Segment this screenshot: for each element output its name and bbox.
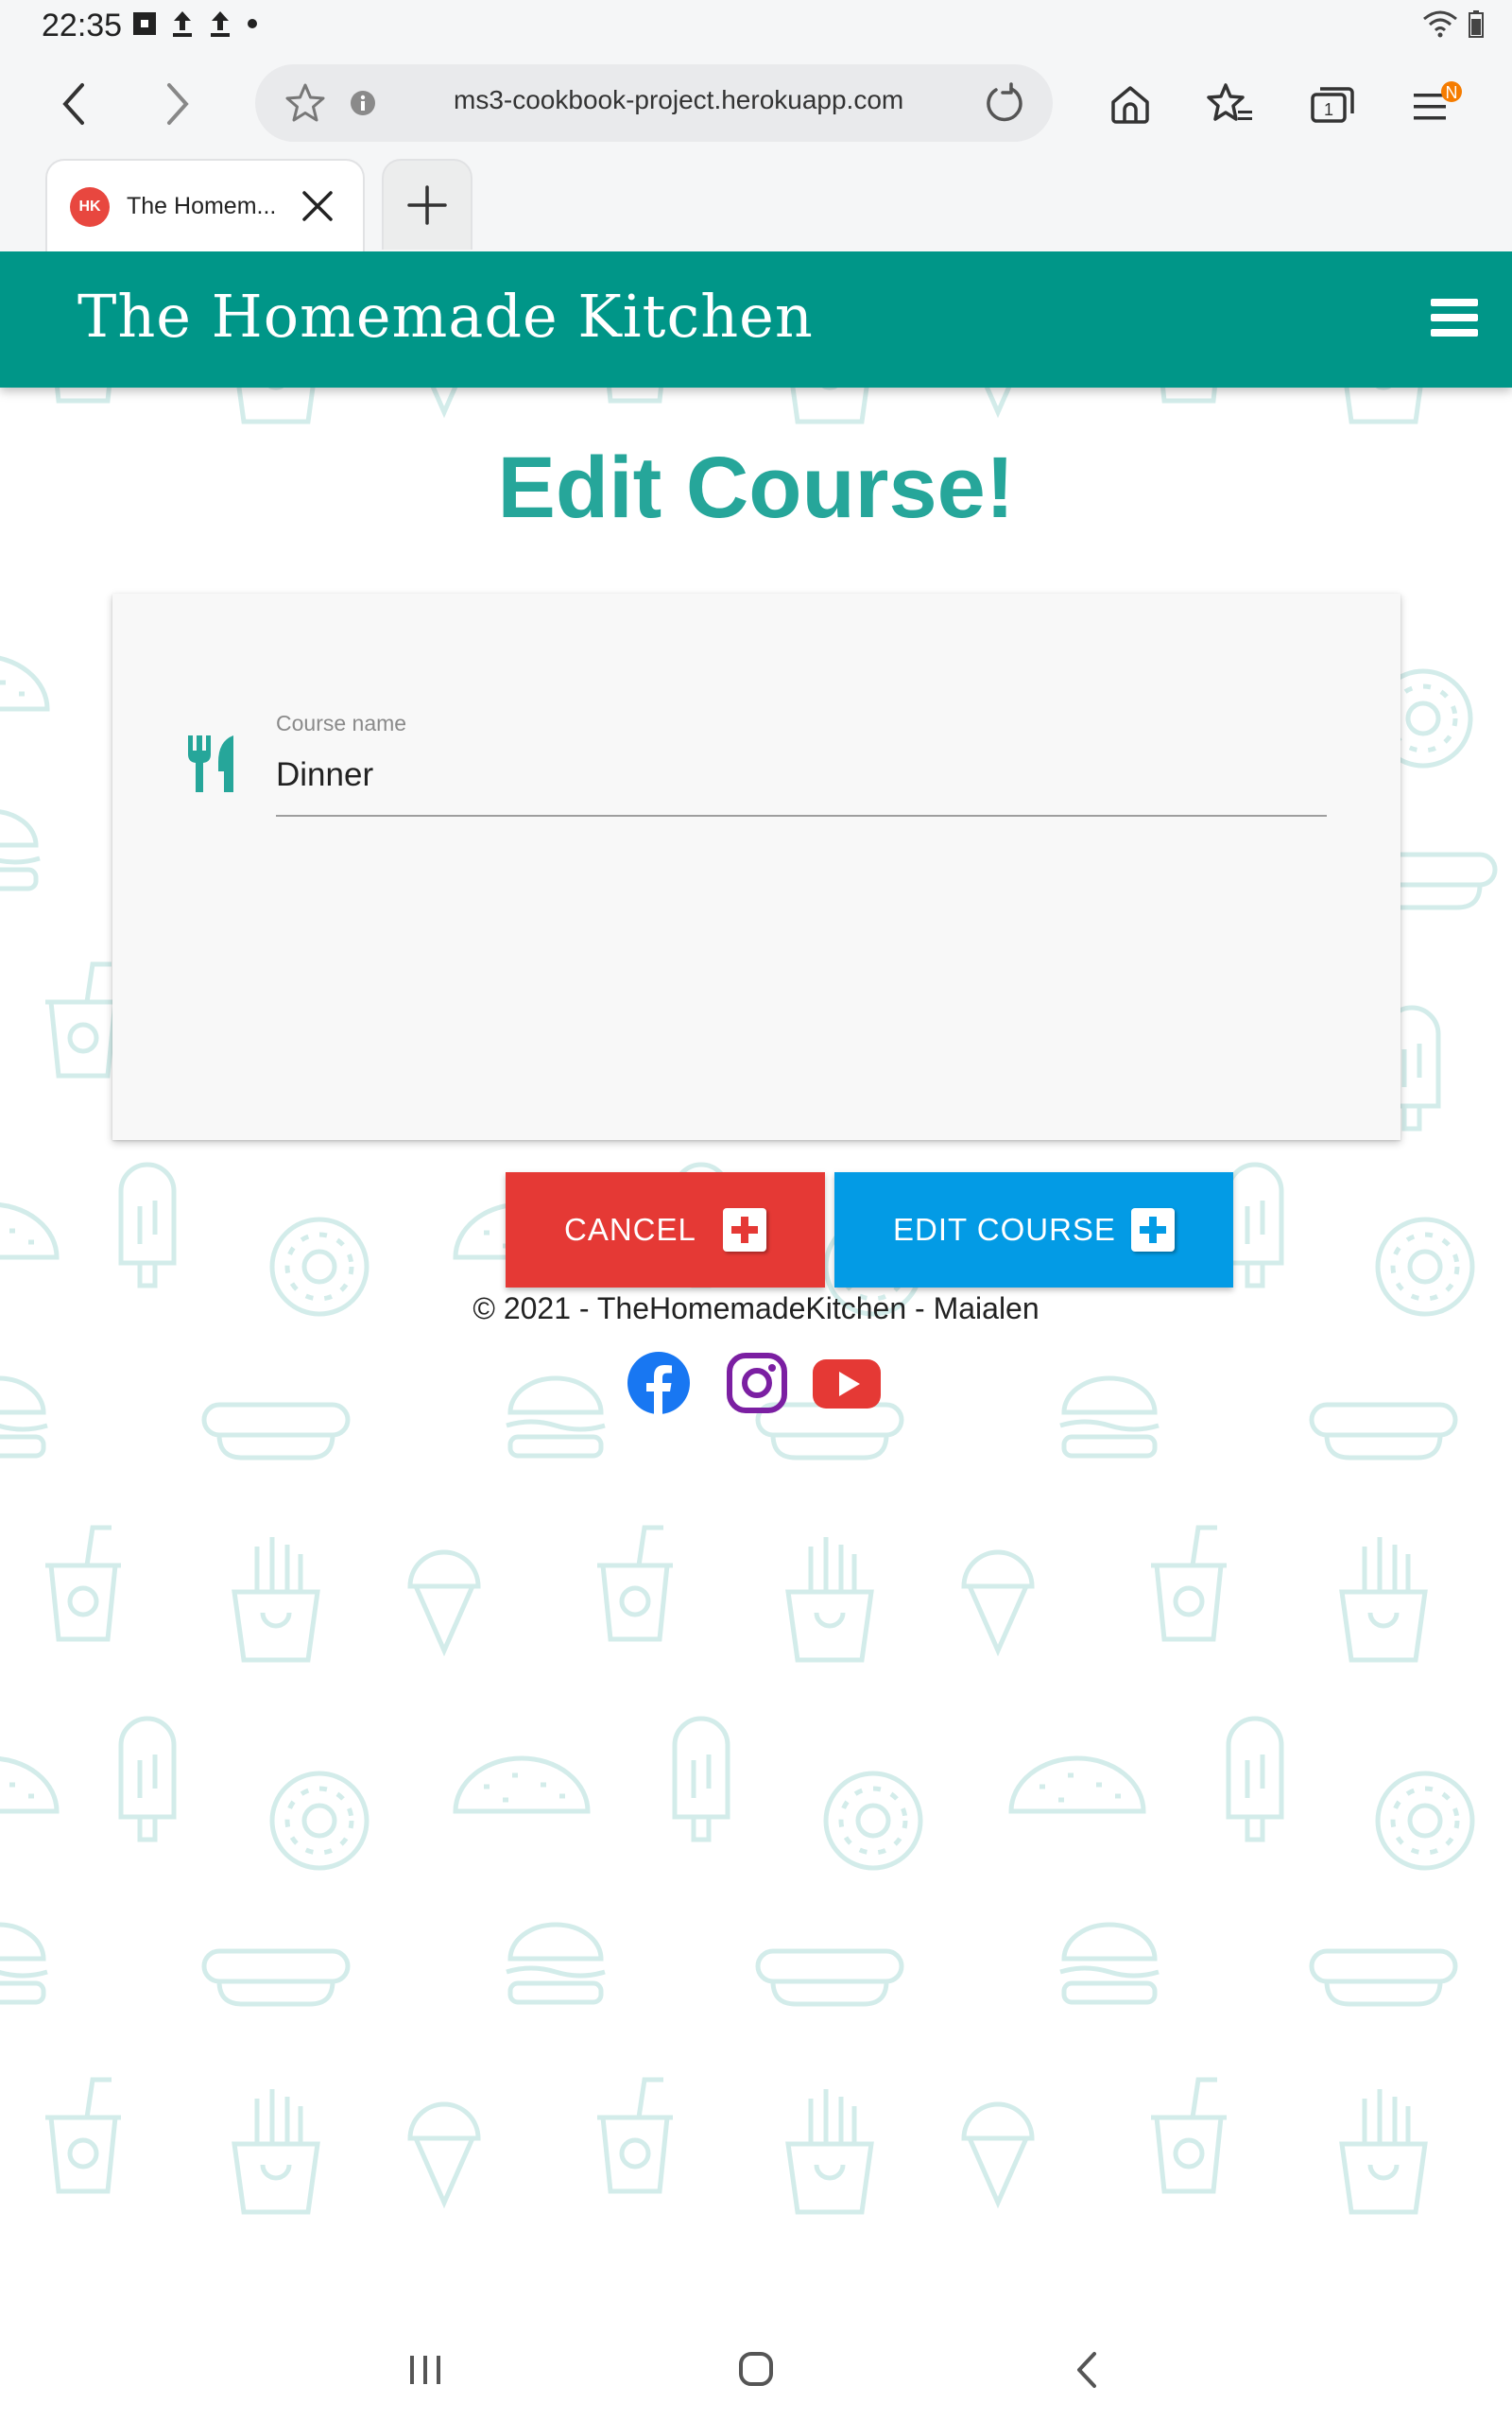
input-underline [276, 815, 1327, 817]
url-bar[interactable]: ms3-cookbook-project.herokuapp.com [255, 64, 1053, 142]
facebook-icon[interactable] [626, 1350, 692, 1416]
bookmarks-button[interactable] [1202, 76, 1259, 132]
info-icon[interactable] [350, 90, 376, 116]
tab-title: The Homem... [127, 193, 277, 219]
plus-square-icon [723, 1208, 766, 1252]
hamburger-line [1431, 329, 1478, 337]
tabs-count: 1 [1324, 100, 1333, 119]
footer-copyright: © 2021 - TheHomemadeKitchen - Maialen [472, 1291, 1040, 1325]
tabs-icon: 1 [1311, 87, 1354, 123]
back-nav-icon[interactable] [1060, 2346, 1117, 2394]
menu-button[interactable]: N [1408, 76, 1465, 132]
bookmark-star-icon[interactable] [284, 81, 327, 125]
back-button[interactable] [45, 76, 102, 132]
course-name-label: Course name [276, 711, 407, 735]
tabs-button[interactable]: 1 [1304, 76, 1361, 132]
site-brand-logo[interactable]: The Homemade Kitchen [77, 282, 814, 351]
home-button[interactable] [1102, 76, 1159, 132]
hamburger-menu-icon[interactable] [1431, 299, 1478, 342]
hamburger-line [1431, 299, 1478, 306]
plus-square-icon [1131, 1208, 1175, 1252]
recent-apps-icon[interactable] [397, 2346, 454, 2394]
social-links [626, 1350, 890, 1426]
close-icon[interactable] [299, 187, 336, 225]
reload-icon[interactable] [983, 81, 1026, 125]
site-header: The Homemade Kitchen [0, 251, 1512, 388]
forward-button[interactable] [149, 76, 206, 132]
status-notification-icons [132, 9, 259, 38]
star-list-icon [1207, 83, 1252, 121]
android-navigation-bar [0, 2316, 1512, 2420]
status-time: 22:35 [42, 8, 123, 43]
home-icon [1111, 86, 1149, 124]
tab-favicon: HK [70, 187, 110, 227]
menu-badge: N [1446, 83, 1458, 102]
page-title: Edit Course! [497, 440, 1015, 536]
dot-icon [248, 19, 257, 28]
status-system-icons [1421, 9, 1484, 38]
course-name-input[interactable]: Dinner [276, 756, 373, 794]
web-page: The Homemade Kitchen Edit Course! Course… [0, 251, 1512, 2316]
flipboard-icon [133, 12, 156, 35]
chevron-right-icon [167, 83, 189, 125]
upload-icon [211, 11, 230, 37]
edit-course-button[interactable]: EDIT COURSE [834, 1172, 1233, 1288]
wifi-icon [1423, 10, 1457, 38]
edit-course-form-card: Course name Dinner CANCEL EDIT COURSE [112, 594, 1400, 1288]
utensils-icon [188, 735, 233, 792]
tabs-bar: HK The Homem... [0, 151, 1512, 251]
browser-tab[interactable]: HK The Homem... [45, 159, 365, 251]
upload-icon [173, 11, 192, 37]
new-tab-button[interactable] [382, 159, 472, 250]
edit-course-button-label: EDIT COURSE [893, 1212, 1116, 1247]
hamburger-line [1431, 314, 1478, 321]
menu-icon: N [1414, 81, 1462, 120]
home-nav-icon[interactable] [728, 2346, 784, 2394]
instagram-icon[interactable] [724, 1350, 790, 1416]
cancel-button-label: CANCEL [564, 1212, 696, 1247]
youtube-icon[interactable] [811, 1350, 883, 1416]
url-text: ms3-cookbook-project.herokuapp.com [454, 85, 904, 114]
plus-icon [407, 185, 447, 225]
battery-icon [1469, 10, 1484, 38]
cancel-button[interactable]: CANCEL [506, 1172, 825, 1288]
status-bar: 22:35 [0, 0, 1512, 53]
chevron-left-icon [62, 83, 84, 125]
browser-toolbar: ms3-cookbook-project.herokuapp.com 1 N [0, 53, 1512, 151]
